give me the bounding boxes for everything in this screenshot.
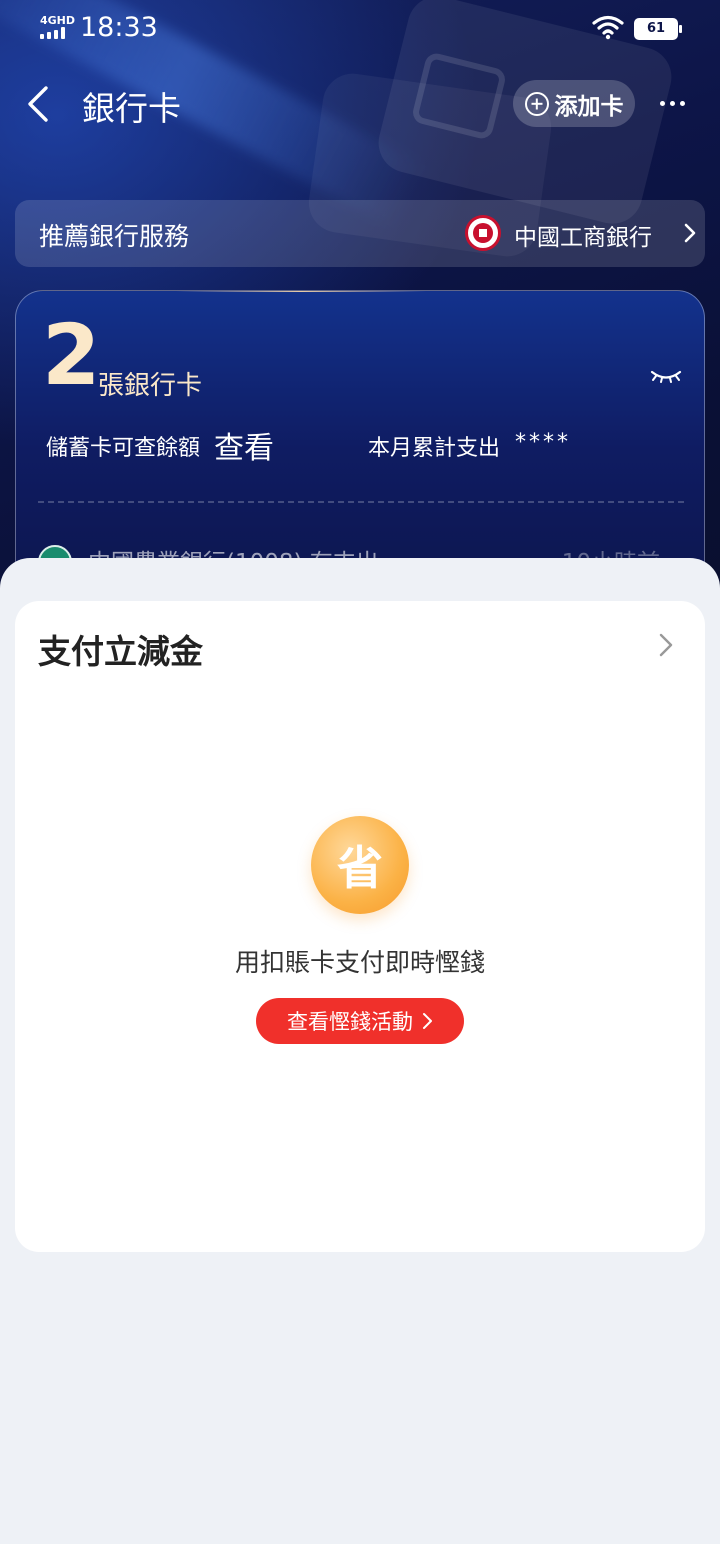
card-count-label: 張銀行卡 — [98, 371, 203, 401]
chevron-right-icon — [423, 1013, 432, 1029]
add-card-label: 添加卡 — [554, 93, 624, 120]
card-count: 2 — [42, 306, 101, 404]
add-card-button[interactable]: 添加卡 — [513, 80, 635, 127]
recommend-bank-name: 中國工商銀行 — [514, 225, 652, 251]
cta-label: 查看慳錢活動 — [287, 1010, 413, 1034]
recommend-label: 推薦銀行服務 — [39, 222, 190, 251]
panel-title: 支付立減金 — [38, 632, 203, 671]
payment-discount-panel: 支付立減金 省 用扣賬卡支付即時慳錢 查看慳錢活動 — [15, 601, 705, 1252]
clock: 18:33 — [80, 12, 158, 43]
spend-label: 本月累計支出 — [368, 436, 501, 461]
eye-closed-icon[interactable] — [650, 369, 682, 383]
sheet-notch — [320, 558, 400, 588]
balance-view-link[interactable]: 查看 — [214, 423, 274, 467]
chevron-right-icon — [684, 223, 696, 243]
icbc-logo-icon — [465, 215, 501, 251]
wifi-icon — [592, 15, 624, 40]
chevron-right-icon[interactable] — [655, 631, 677, 659]
page-title: 銀行卡 — [82, 89, 181, 128]
recommended-bank-service[interactable]: 推薦銀行服務 中國工商銀行 — [15, 200, 705, 267]
view-saving-activities-button[interactable]: 查看慳錢活動 — [256, 998, 464, 1044]
divider — [38, 501, 684, 503]
more-icon[interactable] — [660, 96, 696, 110]
network-type: 4GHD — [40, 14, 76, 27]
status-bar: 4GHD 18:33 61 — [0, 0, 720, 56]
battery-icon: 61 — [634, 18, 682, 40]
save-money-icon: 省 — [311, 816, 409, 914]
balance-label: 儲蓄卡可查餘額 — [46, 436, 201, 461]
back-icon[interactable] — [22, 84, 62, 124]
plus-circle-icon — [524, 91, 549, 116]
spend-value: **** — [515, 430, 571, 455]
empty-state-text: 用扣賬卡支付即時慳錢 — [234, 948, 485, 977]
signal-icon — [40, 27, 70, 39]
